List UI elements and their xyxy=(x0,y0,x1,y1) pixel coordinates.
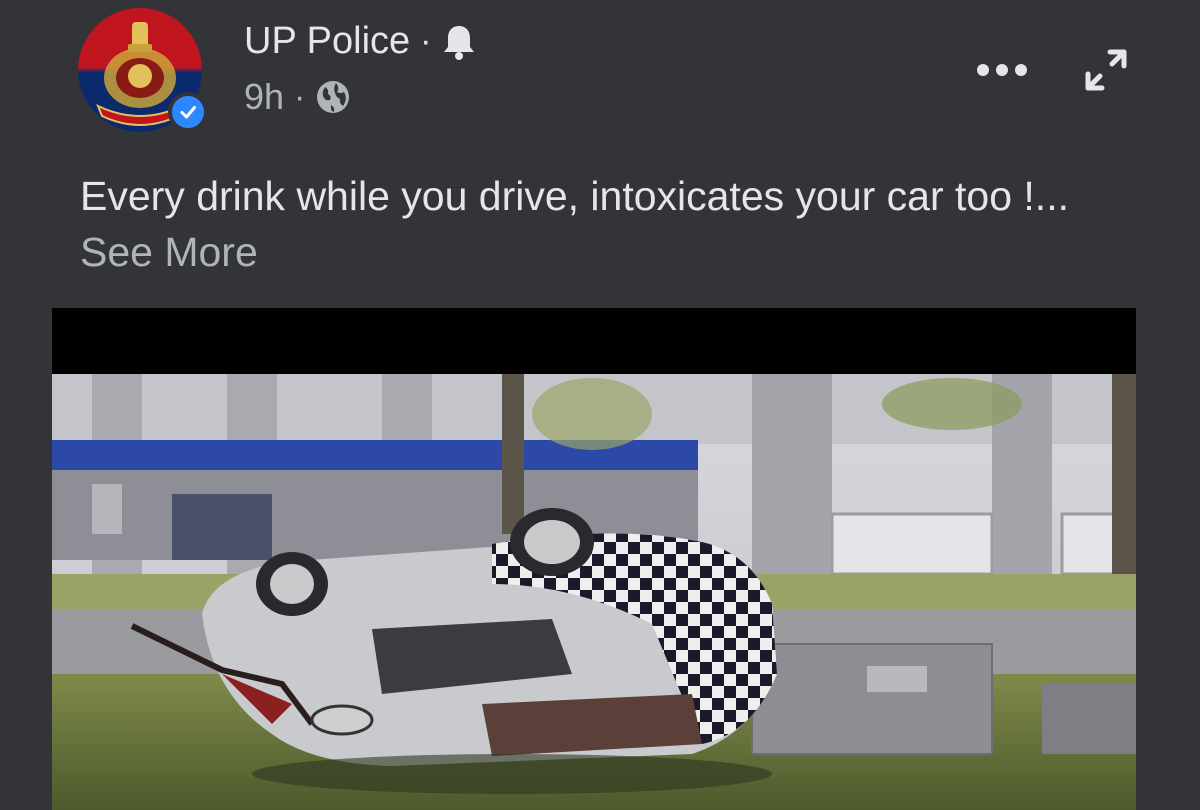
post-caption: Every drink while you drive, intoxicates… xyxy=(80,168,1140,280)
globe-icon[interactable] xyxy=(315,79,351,115)
more-options-button[interactable] xyxy=(972,50,1032,90)
post-timestamp[interactable]: 9h xyxy=(244,76,284,118)
see-more-link[interactable]: See More xyxy=(80,229,258,275)
post-video[interactable] xyxy=(52,308,1136,810)
caption-text: Every drink while you drive, intoxicates… xyxy=(80,173,1035,219)
more-options-icon xyxy=(977,64,1027,76)
separator-dot: · xyxy=(420,22,432,60)
video-frame-image xyxy=(52,374,1136,810)
expand-icon xyxy=(1085,49,1127,91)
expand-button[interactable] xyxy=(1074,38,1138,102)
page-name-link[interactable]: UP Police xyxy=(244,20,410,63)
bell-icon[interactable] xyxy=(442,23,476,61)
caption-ellipsis: ... xyxy=(1034,173,1069,219)
separator-dot: · xyxy=(294,77,306,116)
verified-badge-icon xyxy=(168,92,208,132)
post-header-title: UP Police · xyxy=(244,20,476,63)
facebook-post: UP Police · 9h · Every drink while you d… xyxy=(0,0,1200,810)
post-meta: 9h · xyxy=(244,76,351,118)
page-avatar-container[interactable] xyxy=(78,8,208,132)
